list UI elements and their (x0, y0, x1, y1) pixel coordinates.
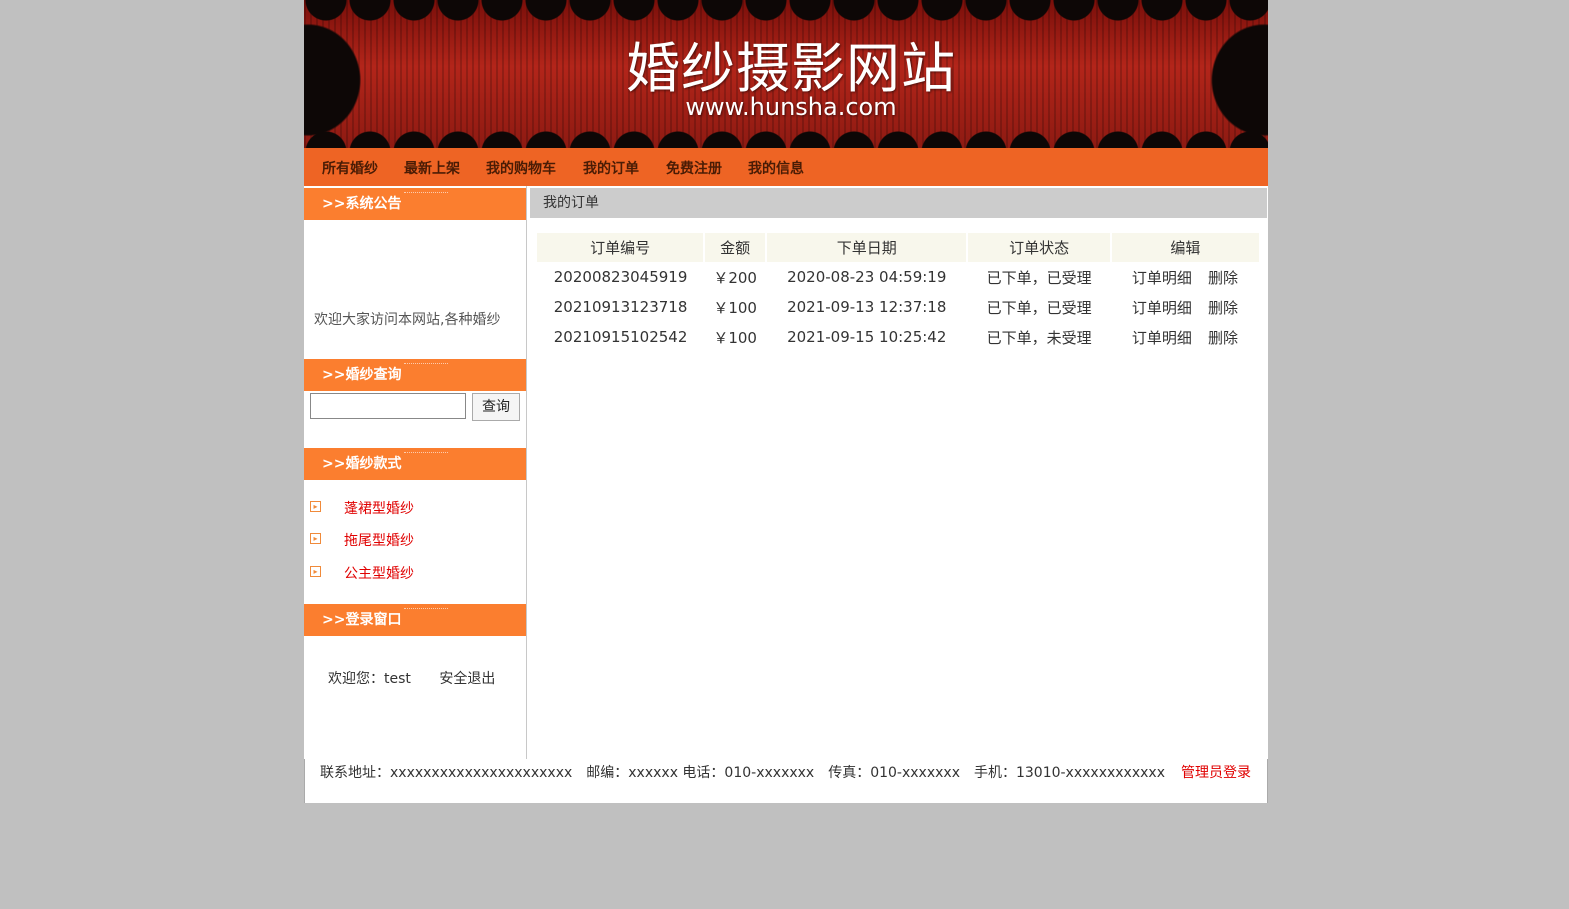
nav-my-info[interactable]: 我的信息 (748, 158, 804, 178)
order-status: 已下单，已受理 (986, 268, 1092, 287)
order-id: 20210915102542 (553, 328, 688, 346)
sidebar: >>系统公告 欢迎大家访问本网站,各种婚纱 >>婚纱查询 查询 >>婚纱款式 ▸… (304, 186, 527, 759)
order-detail-link[interactable]: 订单明细 (1132, 329, 1192, 347)
search-input[interactable] (310, 393, 466, 419)
contact-info: 联系地址：xxxxxxxxxxxxxxxxxxxxxx 邮编：xxxxxx 电话… (320, 765, 1165, 781)
order-amount: ￥100 (713, 328, 757, 347)
arrow-right-icon: ▸ (310, 566, 321, 577)
nav-cart[interactable]: 我的购物车 (486, 158, 556, 178)
style-item[interactable]: ▸ 蓬裙型婚纱 (310, 498, 510, 518)
order-status: 已下单，未受理 (986, 328, 1092, 347)
col-edit: 编辑 (1109, 233, 1259, 262)
order-id: 20200823045919 (553, 268, 688, 286)
nav-all-dresses[interactable]: 所有婚纱 (322, 158, 378, 178)
admin-login-link[interactable]: 管理员登录 (1181, 762, 1251, 782)
order-date: 2021-09-13 12:37:18 (787, 298, 947, 316)
order-actions: 订单明细 删除 (1111, 292, 1259, 322)
order-delete-link[interactable]: 删除 (1208, 299, 1238, 317)
col-status: 订单状态 (966, 233, 1111, 262)
table-row: 20210913123718 ￥100 2021-09-13 12:37:18 … (537, 292, 1259, 322)
order-detail-link[interactable]: 订单明细 (1132, 269, 1192, 287)
page: 婚纱摄影网站 www.hunsha.com 所有婚纱 最新上架 我的购物车 我的… (304, 0, 1268, 803)
notice-text: 欢迎大家访问本网站,各种婚纱 (314, 312, 501, 328)
site-banner: 婚纱摄影网站 www.hunsha.com (304, 0, 1268, 148)
site-url: www.hunsha.com (685, 93, 897, 121)
style-item[interactable]: ▸ 公主型婚纱 (310, 563, 510, 583)
site-title: 婚纱摄影网站 (626, 37, 956, 100)
arrow-right-icon: ▸ (310, 533, 321, 544)
style-item-label[interactable]: 蓬裙型婚纱 (344, 498, 414, 518)
styles-header: >>婚纱款式 (304, 448, 526, 480)
style-item-label[interactable]: 公主型婚纱 (344, 563, 414, 583)
notice-header: >>系统公告 (304, 188, 526, 220)
logout-link[interactable]: 安全退出 (439, 671, 495, 687)
search-header: >>婚纱查询 (304, 359, 526, 391)
main-content: 我的订单 订单编号 金额 下单日期 订单状态 编辑 20200823045919… (530, 186, 1268, 759)
welcome-text: 欢迎您：test (328, 671, 411, 687)
col-amount: 金额 (703, 233, 767, 262)
banner-scallop-top (304, 0, 1268, 22)
footer: 联系地址：xxxxxxxxxxxxxxxxxxxxxx 邮编：xxxxxx 电话… (304, 759, 1268, 803)
order-date: 2021-09-15 10:25:42 (787, 328, 947, 346)
search-button[interactable]: 查询 (472, 393, 520, 421)
order-id: 20210913123718 (553, 298, 688, 316)
style-item-label[interactable]: 拖尾型婚纱 (344, 530, 414, 550)
col-date: 下单日期 (765, 233, 968, 262)
order-actions: 订单明细 删除 (1111, 322, 1259, 352)
page-title: 我的订单 (530, 188, 1267, 218)
table-header-row: 订单编号 金额 下单日期 订单状态 编辑 (537, 233, 1259, 262)
main-nav: 所有婚纱 最新上架 我的购物车 我的订单 免费注册 我的信息 (304, 148, 1268, 186)
table-row: 20200823045919 ￥200 2020-08-23 04:59:19 … (537, 262, 1259, 292)
order-actions: 订单明细 删除 (1111, 262, 1259, 292)
login-header: >>登录窗口 (304, 604, 526, 636)
order-status: 已下单，已受理 (986, 298, 1092, 317)
nav-my-orders[interactable]: 我的订单 (583, 158, 639, 178)
style-item[interactable]: ▸ 拖尾型婚纱 (310, 530, 510, 550)
order-amount: ￥200 (713, 268, 757, 287)
order-delete-link[interactable]: 删除 (1208, 329, 1238, 347)
col-order-id: 订单编号 (537, 233, 705, 262)
nav-new-arrivals[interactable]: 最新上架 (404, 158, 460, 178)
login-status: 欢迎您：test 安全退出 (328, 668, 495, 688)
banner-scallop-bottom (304, 130, 1268, 148)
order-amount: ￥100 (713, 298, 757, 317)
table-row: 20210915102542 ￥100 2021-09-15 10:25:42 … (537, 322, 1259, 352)
order-date: 2020-08-23 04:59:19 (787, 268, 947, 286)
orders-table: 订单编号 金额 下单日期 订单状态 编辑 20200823045919 ￥200… (537, 233, 1259, 352)
order-delete-link[interactable]: 删除 (1208, 269, 1238, 287)
nav-register[interactable]: 免费注册 (666, 158, 722, 178)
arrow-right-icon: ▸ (310, 501, 321, 512)
order-detail-link[interactable]: 订单明细 (1132, 299, 1192, 317)
